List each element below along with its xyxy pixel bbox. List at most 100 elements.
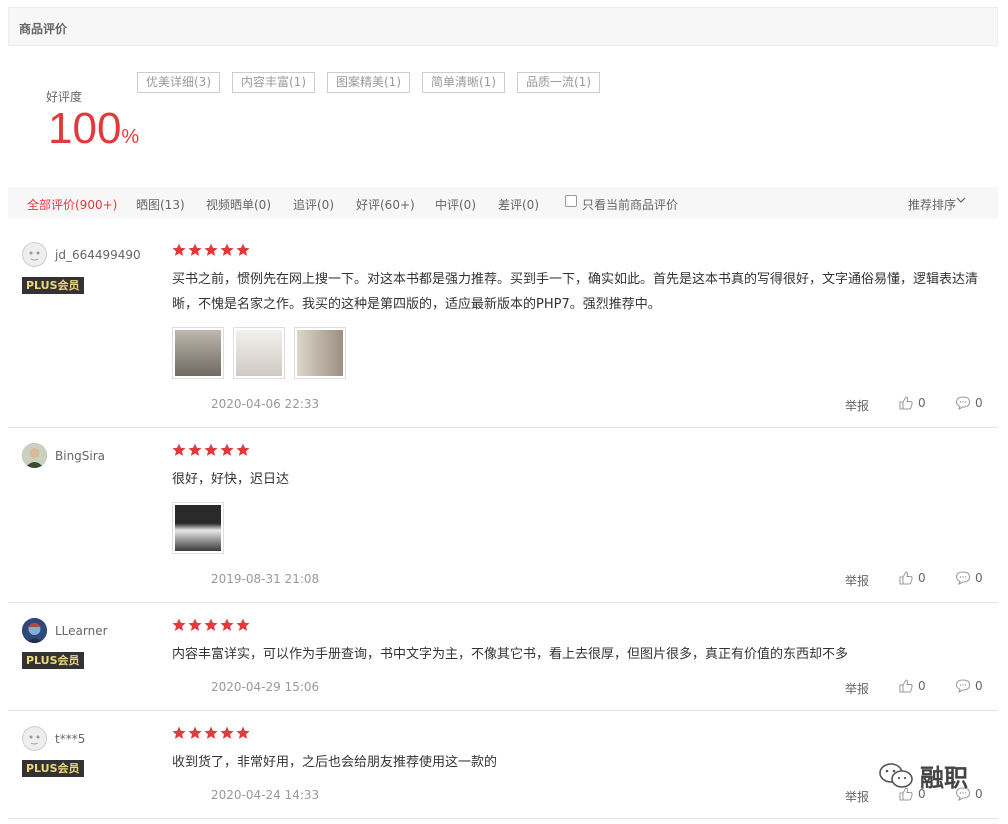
like-count: 0 (918, 679, 926, 693)
filter-all[interactable]: 全部评价(900+) (27, 196, 117, 213)
username[interactable]: LLearner (55, 624, 108, 638)
star-icon (172, 618, 186, 631)
report-link[interactable]: 举报 (845, 788, 869, 805)
tag-item[interactable]: 内容丰富(1) (232, 72, 315, 93)
current-only-label[interactable]: 只看当前商品评价 (582, 196, 678, 213)
star-icon (204, 443, 218, 456)
tag-item[interactable]: 品质一流(1) (517, 72, 600, 93)
filter-medium[interactable]: 中评(0) (435, 196, 476, 213)
avatar[interactable] (22, 242, 47, 267)
star-rating (172, 443, 250, 457)
avatar[interactable] (22, 726, 47, 751)
star-icon (220, 618, 234, 631)
review-item: LLearner PLUS会员 内容丰富详实，可以作为手册查询，书中文字为主，不… (8, 603, 998, 711)
current-only-checkbox[interactable] (565, 195, 577, 207)
review-photo-thumbnail[interactable] (172, 327, 224, 379)
star-icon (172, 726, 186, 739)
thumbs-up-icon (899, 396, 913, 410)
report-link[interactable]: 举报 (845, 572, 869, 589)
star-icon (172, 243, 186, 256)
review-text: 内容丰富详实，可以作为手册查询，书中文字为主，不像其它书，看上去很厚，但图片很多… (172, 647, 849, 662)
tag-list: 优美详细(3) 内容丰富(1) 图案精美(1) 简单清晰(1) 品质一流(1) (137, 72, 600, 93)
filter-pics[interactable]: 晒图(13) (136, 196, 185, 213)
avatar[interactable] (22, 618, 47, 643)
username[interactable]: t***5 (55, 732, 85, 746)
filter-bad[interactable]: 差评(0) (498, 196, 539, 213)
review-date: 2020-04-06 22:33 (211, 397, 320, 411)
star-icon (188, 243, 202, 256)
tag-item[interactable]: 优美详细(3) (137, 72, 220, 93)
comment-count: 0 (975, 571, 983, 585)
filter-video[interactable]: 视频晒单(0) (206, 196, 271, 213)
star-rating (172, 618, 250, 632)
comment-icon (955, 396, 971, 411)
star-icon (236, 618, 250, 631)
section-header: 商品评价 (8, 7, 998, 46)
report-link[interactable]: 举报 (845, 680, 869, 697)
star-rating (172, 243, 250, 257)
tag-item[interactable]: 简单清晰(1) (422, 72, 505, 93)
star-icon (236, 243, 250, 256)
sort-dropdown[interactable]: 推荐排序 (908, 196, 956, 213)
comment-count: 0 (975, 396, 983, 410)
like-button[interactable]: 0 (898, 570, 926, 586)
star-icon (204, 618, 218, 631)
filter-good[interactable]: 好评(60+) (356, 196, 415, 213)
filter-followup[interactable]: 追评(0) (293, 196, 334, 213)
review-item: jd_664499490 PLUS会员 买书之前，惯例先在网上搜一下。对这本书都… (8, 219, 998, 428)
username[interactable]: BingSira (55, 449, 105, 463)
like-button[interactable]: 0 (898, 395, 926, 411)
star-icon (236, 443, 250, 456)
rating-number: 100 (48, 104, 122, 153)
star-icon (220, 726, 234, 739)
user-photo-icon (22, 618, 47, 643)
default-avatar-icon (22, 242, 47, 267)
plus-badge: PLUS会员 (22, 652, 84, 669)
review-text: 买书之前，惯例先在网上搜一下。对这本书都是强力推荐。买到手一下，确实如此。首先是… (172, 272, 979, 312)
comment-button[interactable]: 0 (955, 678, 983, 694)
default-avatar-icon (22, 726, 47, 751)
star-icon (204, 726, 218, 739)
star-icon (172, 443, 186, 456)
review-photo-thumbnail[interactable] (294, 327, 346, 379)
review-item: t***5 PLUS会员 收到货了，非常好用，之后也会给朋友推荐使用这一款的 2… (8, 711, 998, 819)
rating-value: 100% (48, 105, 139, 161)
comment-button[interactable]: 0 (955, 570, 983, 586)
review-date: 2020-04-24 14:33 (211, 788, 320, 802)
review-photo-thumbnail[interactable] (233, 327, 285, 379)
rating-summary: 好评度 100% (46, 88, 139, 153)
like-button[interactable]: 0 (898, 678, 926, 694)
chevron-down-icon[interactable] (956, 195, 966, 205)
plus-badge: PLUS会员 (22, 277, 84, 294)
username[interactable]: jd_664499490 (55, 248, 141, 262)
watermark: 融职 (878, 758, 968, 793)
avatar[interactable] (22, 443, 47, 468)
thumbs-up-icon (899, 571, 913, 585)
comment-icon (955, 679, 971, 694)
tag-item[interactable]: 图案精美(1) (327, 72, 410, 93)
star-icon (204, 243, 218, 256)
user-photo-icon (22, 443, 47, 468)
plus-badge: PLUS会员 (22, 760, 84, 777)
star-icon (220, 443, 234, 456)
comment-icon (955, 571, 971, 586)
review-date: 2019-08-31 21:08 (211, 572, 320, 586)
star-icon (236, 726, 250, 739)
review-photos (172, 502, 224, 554)
star-rating (172, 726, 250, 740)
report-link[interactable]: 举报 (845, 397, 869, 414)
wechat-icon (879, 762, 913, 788)
like-count: 0 (918, 571, 926, 585)
comment-button[interactable]: 0 (955, 395, 983, 411)
review-text: 很好，好快，迟日达 (172, 472, 290, 487)
watermark-text: 融职 (920, 764, 968, 792)
review-photo-thumbnail[interactable] (172, 502, 224, 554)
comment-count: 0 (975, 679, 983, 693)
review-item: BingSira 很好，好快，迟日达 2019-08-31 21:08 举报 0… (8, 428, 998, 603)
star-icon (220, 243, 234, 256)
rating-label: 好评度 (46, 90, 83, 104)
review-photos (172, 327, 346, 379)
star-icon (188, 726, 202, 739)
review-text: 收到货了，非常好用，之后也会给朋友推荐使用这一款的 (172, 755, 498, 770)
review-date: 2020-04-29 15:06 (211, 680, 320, 694)
